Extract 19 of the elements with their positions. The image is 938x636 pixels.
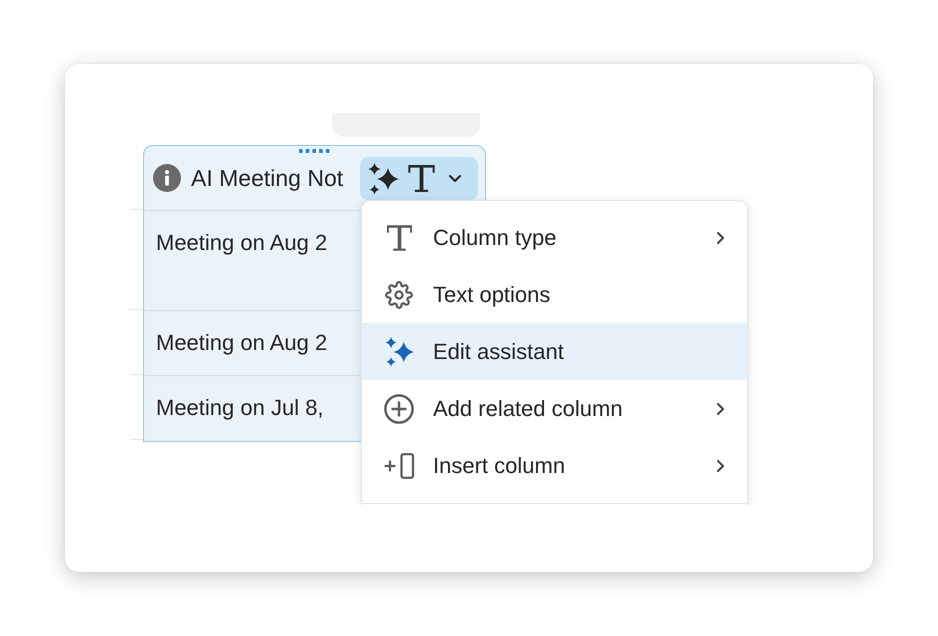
text-type-icon bbox=[408, 164, 435, 192]
info-icon bbox=[153, 164, 181, 192]
sparkle-icon bbox=[366, 160, 401, 196]
add-circle-icon bbox=[384, 394, 414, 424]
menu-item[interactable]: Insert column bbox=[362, 437, 747, 494]
menu-item[interactable]: Add related column bbox=[362, 380, 747, 437]
insert-column-icon bbox=[384, 452, 414, 478]
settings-icon bbox=[385, 280, 413, 308]
meeting-title: Meeting on Aug 2 bbox=[156, 230, 328, 256]
menu-item[interactable]: Edit assistant bbox=[362, 323, 747, 380]
chevron-down-icon bbox=[448, 174, 462, 182]
menu-item[interactable]: Text options bbox=[362, 266, 747, 323]
column-title: AI Meeting Not bbox=[191, 164, 344, 192]
menu-item[interactable]: Column type bbox=[362, 209, 747, 266]
drag-handle-icon[interactable] bbox=[299, 149, 330, 153]
text-type-icon bbox=[386, 224, 412, 250]
meeting-title: Meeting on Aug 2 bbox=[156, 330, 328, 356]
meeting-title: Meeting on Jul 8, bbox=[156, 395, 324, 421]
column-type-button[interactable] bbox=[360, 156, 478, 200]
